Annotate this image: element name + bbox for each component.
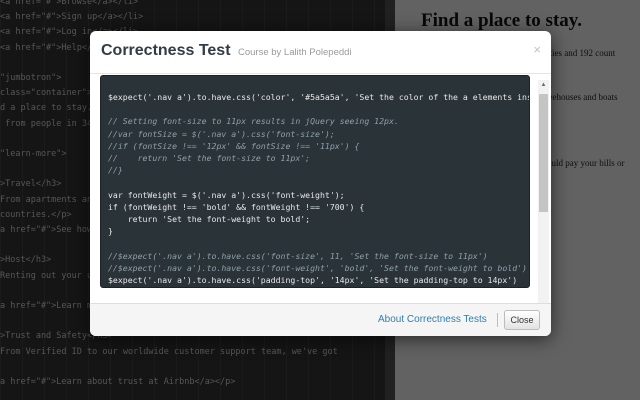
code-line: //} <box>108 165 123 176</box>
footer-separator <box>497 313 498 327</box>
about-correctness-tests-link[interactable]: About Correctness Tests <box>378 314 487 325</box>
correctness-test-modal: Correctness Test Course by Lalith Polepe… <box>90 31 551 336</box>
code-line: // Setting font-size to 11px results in … <box>108 116 399 127</box>
test-code-block: $expect('.nav a').to.have.css('color', '… <box>100 75 530 288</box>
code-line: } <box>108 226 113 237</box>
code-line: var fontWeight = $('.nav a').css('font-w… <box>108 189 345 200</box>
modal-footer: About Correctness Tests Close <box>90 303 551 336</box>
code-line: // return 'Set the font-size to 11px'; <box>108 153 311 163</box>
code-line: //$expect('.nav a').to.have.css('font-we… <box>108 262 527 273</box>
code-line: if (fontWeight !== 'bold' && fontWeight … <box>108 201 365 212</box>
modal-title: Correctness Test <box>101 42 231 59</box>
scroll-thumb[interactable] <box>539 94 548 212</box>
code-line: return 'Set the font-weight to bold'; <box>108 214 311 224</box>
code-line: //$expect('.nav a').to.have.css('font-si… <box>108 250 488 261</box>
code-line: $expect('.nav a').to.have.css('color', '… <box>108 92 530 102</box>
modal-header: Correctness Test Course by Lalith Polepe… <box>90 31 551 74</box>
scroll-up-arrow-icon[interactable]: ▲ <box>538 80 549 91</box>
code-line: //if (fontSize !== '12px' && fontSize !=… <box>108 140 360 151</box>
modal-scrollbar[interactable]: ▲ ▼ <box>538 80 549 332</box>
close-button[interactable]: Close <box>504 310 540 330</box>
close-icon[interactable]: × <box>533 43 541 56</box>
code-line: $expect('.nav a').to.have.css('padding-t… <box>108 275 518 285</box>
code-line: //var fontSize = $('.nav a').css('font-s… <box>108 128 335 139</box>
modal-subtitle: Course by Lalith Polepeddi <box>238 47 352 58</box>
